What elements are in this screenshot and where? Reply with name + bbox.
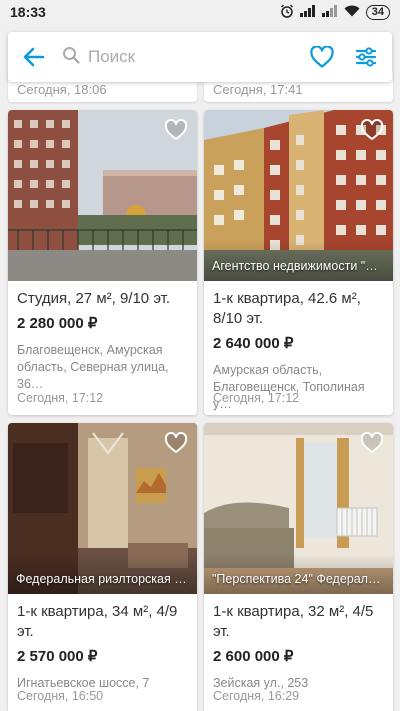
listing-date: Сегодня, 18:06	[17, 81, 107, 97]
clock: 18:33	[10, 4, 46, 20]
battery-indicator: 34	[365, 4, 390, 20]
listing-date: Сегодня, 16:29	[213, 689, 300, 703]
signal-icon-2	[321, 4, 338, 20]
listing-photo: Федеральная риэлторская к…	[8, 423, 197, 594]
listing-date: Сегодня, 17:12	[213, 391, 300, 405]
agency-label: Федеральная риэлторская к…	[8, 554, 197, 594]
listing-address: Амурская область, Благовещенск, Тополиная…	[213, 363, 365, 411]
listing-photo: "Перспектива 24" Федераль…	[204, 423, 393, 594]
agency-label: Агентство недвижимости "Е…	[204, 241, 393, 281]
search-input[interactable]: Поиск	[88, 47, 292, 67]
wifi-icon	[344, 4, 360, 20]
listing-title: 1-к квартира, 34 м², 4/9 эт.	[17, 603, 178, 640]
favorite-heart-icon[interactable]	[360, 431, 384, 454]
listing-card[interactable]: Агентство недвижимости "Е… 1-к квартира,…	[204, 110, 393, 415]
favorites-heart-icon[interactable]	[308, 43, 336, 71]
listing-photo	[8, 110, 197, 281]
listing-title: 1-к квартира, 32 м², 4/5 эт.	[213, 603, 374, 640]
search-bar: Поиск	[8, 32, 392, 82]
listing-date: Сегодня, 17:41	[213, 81, 303, 97]
listing-card[interactable]: "Перспектива 24" Федераль… 1-к квартира,…	[204, 423, 393, 711]
status-bar: 18:33 34	[0, 0, 400, 24]
favorite-heart-icon[interactable]	[164, 118, 188, 141]
listing-price: 2 600 000 ₽	[213, 648, 294, 665]
listing-photo: Агентство недвижимости "Е…	[204, 110, 393, 281]
listing-price: 2 280 000 ₽	[17, 315, 98, 332]
listing-card[interactable]: Федеральная риэлторская к… 1-к квартира,…	[8, 423, 197, 711]
agency-label: "Перспектива 24" Федераль…	[204, 554, 393, 594]
favorite-heart-icon[interactable]	[164, 431, 188, 454]
listing-address: Благовещенск, Амурская область, Северная …	[17, 343, 169, 391]
listing-price: 2 570 000 ₽	[17, 648, 98, 665]
filter-sliders-icon[interactable]	[352, 43, 380, 71]
listing-price: 2 640 000 ₽	[213, 335, 294, 352]
search-icon	[62, 46, 80, 69]
listing-date: Сегодня, 17:12	[17, 391, 104, 405]
listing-card[interactable]: Студия, 27 м², 9/10 эт. 2 280 000 ₽ Благ…	[8, 110, 197, 415]
favorite-heart-icon[interactable]	[360, 118, 384, 141]
listing-date: Сегодня, 16:50	[17, 689, 104, 703]
listing-title: Студия, 27 м², 9/10 эт.	[17, 290, 171, 307]
alarm-icon	[280, 4, 294, 21]
back-arrow-icon[interactable]	[20, 43, 48, 71]
signal-icon	[299, 4, 316, 20]
listing-title: 1-к квартира, 42.6 м², 8/10 эт.	[213, 290, 361, 327]
